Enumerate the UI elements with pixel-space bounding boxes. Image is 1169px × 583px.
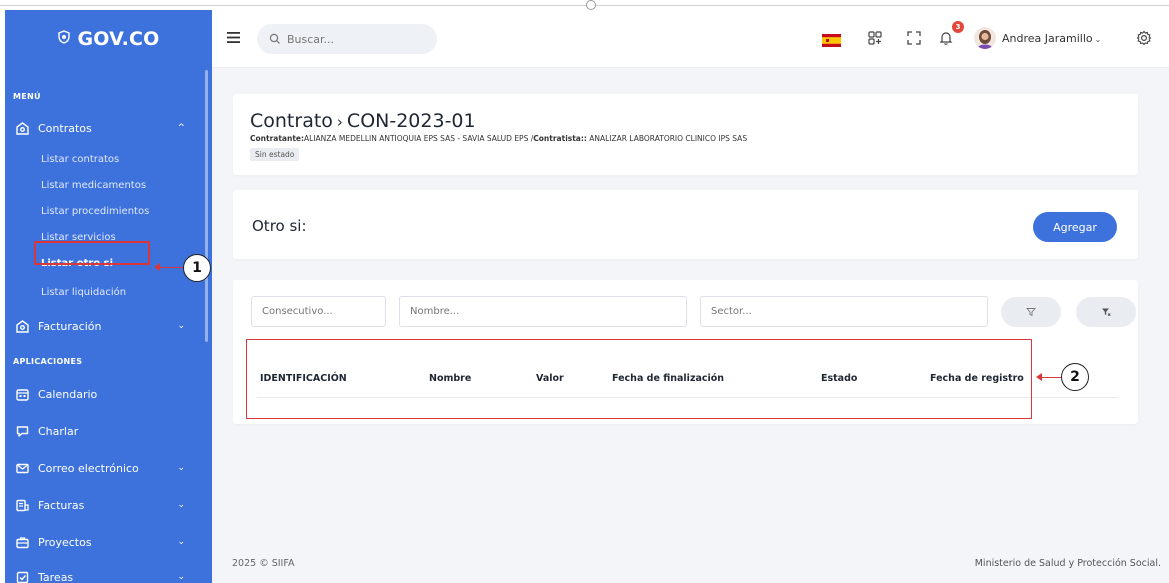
sidebar-item-charlar[interactable]: Charlar bbox=[5, 420, 195, 442]
contratista-label: Contratista:: bbox=[533, 134, 587, 143]
footer-copyright: 2025 © SIIFA bbox=[232, 558, 295, 569]
contratante-value: ALIANZA MEDELLIN ANTIOQUIA EPS SAS - SAV… bbox=[304, 134, 534, 143]
callout-1-arrowhead bbox=[154, 263, 160, 271]
contratante-label: Contratante: bbox=[250, 134, 304, 143]
invoice-icon bbox=[15, 319, 29, 333]
clear-filter-icon bbox=[1102, 308, 1111, 317]
breadcrumb-separator: › bbox=[336, 113, 343, 131]
chat-icon bbox=[15, 424, 29, 438]
bell-icon[interactable] bbox=[938, 30, 954, 46]
shield-logo-icon bbox=[57, 30, 71, 48]
breadcrumb: Contrato › CON-2023-01 bbox=[250, 110, 476, 132]
sidebar-item-label: Correo electrónico bbox=[38, 461, 139, 475]
chevron-down-icon: ⌄ bbox=[177, 500, 185, 510]
breadcrumb-current: CON-2023-01 bbox=[346, 110, 476, 132]
sidebar-item-label: Facturas bbox=[38, 498, 85, 512]
chevron-down-icon: ⌄ bbox=[177, 572, 185, 582]
callout-2: 2 bbox=[1061, 363, 1089, 391]
gear-icon[interactable] bbox=[1136, 30, 1152, 46]
hamburger-menu-icon[interactable] bbox=[227, 32, 240, 43]
window-top-line bbox=[0, 5, 1169, 6]
chevron-down-icon: ⌄ bbox=[177, 537, 185, 547]
nombre-filter-input[interactable] bbox=[399, 296, 687, 327]
filter-icon bbox=[1026, 308, 1036, 317]
sidebar-item-label: Facturación bbox=[38, 319, 102, 333]
sidebar-item-label: Contratos bbox=[38, 121, 92, 135]
apps-grid-icon[interactable] bbox=[867, 30, 883, 46]
main-content: Contrato › CON-2023-01 Contratante:ALIANZA… bbox=[212, 68, 1169, 583]
sidebar-subitem-listar-procedimientos[interactable]: Listar procedimientos bbox=[41, 206, 149, 217]
contract-parties: Contratante:ALIANZA MEDELLIN ANTIOQUIA E… bbox=[250, 134, 747, 143]
search-input[interactable] bbox=[257, 24, 437, 54]
chevron-up-icon: ^ bbox=[177, 123, 185, 133]
brand-logo[interactable]: GOV.CO bbox=[5, 10, 212, 68]
chevron-down-icon: ⌄ bbox=[177, 463, 185, 473]
chevron-down-icon: ⌄ bbox=[1094, 35, 1102, 44]
contratista-value: ANALIZAR LABORATORIO CLINICO IPS SAS bbox=[586, 134, 748, 143]
sidebar-subitem-listar-contratos[interactable]: Listar contratos bbox=[41, 154, 119, 165]
sector-filter-input[interactable] bbox=[700, 296, 988, 327]
sidebar-item-facturacion[interactable]: Facturación ⌄ bbox=[5, 315, 195, 337]
sidebar-item-proyectos[interactable]: Proyectos ⌄ bbox=[5, 531, 195, 553]
calendar-icon bbox=[15, 387, 29, 401]
sidebar-item-label: Charlar bbox=[38, 424, 79, 438]
sidebar: GOV.CO MENÚ Contratos ^ Listar contratos… bbox=[5, 10, 212, 583]
sidebar-item-contratos[interactable]: Contratos ^ bbox=[5, 117, 195, 139]
sidebar-item-label: Tareas bbox=[38, 570, 74, 583]
callout-2-arrow bbox=[1041, 377, 1063, 378]
spain-flag-icon[interactable] bbox=[822, 34, 841, 47]
sidebar-subitem-listar-medicamentos[interactable]: Listar medicamentos bbox=[41, 180, 146, 191]
contract-icon bbox=[15, 121, 29, 135]
clear-filter-button[interactable] bbox=[1076, 297, 1136, 327]
sidebar-item-label: Proyectos bbox=[38, 535, 92, 549]
sidebar-item-facturas[interactable]: Facturas ⌄ bbox=[5, 494, 195, 516]
highlight-table-header bbox=[246, 339, 1032, 419]
user-name-label: Andrea Jaramillo bbox=[1002, 32, 1093, 45]
receipt-icon bbox=[15, 498, 29, 512]
status-badge: Sin estado bbox=[250, 148, 300, 161]
window-resize-handle[interactable] bbox=[586, 0, 596, 10]
highlight-listar-otro-si bbox=[34, 241, 150, 265]
brand-name: GOV.CO bbox=[77, 28, 160, 50]
apps-section-label: APLICACIONES bbox=[13, 357, 83, 366]
mail-icon bbox=[15, 461, 29, 475]
sidebar-item-tareas[interactable]: Tareas ⌄ bbox=[5, 566, 195, 583]
consecutivo-filter-input[interactable] bbox=[251, 296, 386, 327]
otro-si-card: Otro si: Agregar bbox=[233, 190, 1138, 259]
topbar: 3 Andrea Jaramillo⌄ bbox=[212, 10, 1169, 68]
chevron-down-icon: ⌄ bbox=[177, 321, 185, 331]
otro-si-title: Otro si: bbox=[252, 217, 307, 235]
callout-1: 1 bbox=[183, 254, 211, 282]
footer: 2025 © SIIFA Ministerio de Salud y Prote… bbox=[212, 538, 1169, 583]
add-button[interactable]: Agregar bbox=[1033, 212, 1117, 242]
fullscreen-icon[interactable] bbox=[906, 30, 922, 46]
search-icon bbox=[269, 33, 280, 44]
menu-section-label: MENÚ bbox=[13, 92, 41, 101]
notification-badge: 3 bbox=[952, 21, 964, 33]
sidebar-item-correo[interactable]: Correo electrónico ⌄ bbox=[5, 457, 195, 479]
breadcrumb-root[interactable]: Contrato bbox=[250, 110, 333, 132]
task-icon bbox=[15, 570, 29, 583]
contract-header-card: Contrato › CON-2023-01 Contratante:ALIANZA… bbox=[233, 94, 1138, 175]
callout-2-arrowhead bbox=[1036, 373, 1042, 381]
user-menu[interactable]: Andrea Jaramillo ⌄ bbox=[1002, 32, 1101, 45]
footer-ministry: Ministerio de Salud y Protección Social. bbox=[974, 558, 1161, 569]
avatar[interactable] bbox=[974, 27, 996, 49]
sidebar-item-label: Calendario bbox=[38, 387, 98, 401]
filter-button[interactable] bbox=[1001, 297, 1061, 327]
briefcase-icon bbox=[15, 535, 29, 549]
sidebar-subitem-listar-liquidacion[interactable]: Listar liquidación bbox=[41, 287, 126, 298]
sidebar-item-calendario[interactable]: Calendario bbox=[5, 383, 195, 405]
sidebar-scrollbar[interactable] bbox=[205, 70, 208, 342]
callout-1-arrow bbox=[157, 267, 185, 268]
